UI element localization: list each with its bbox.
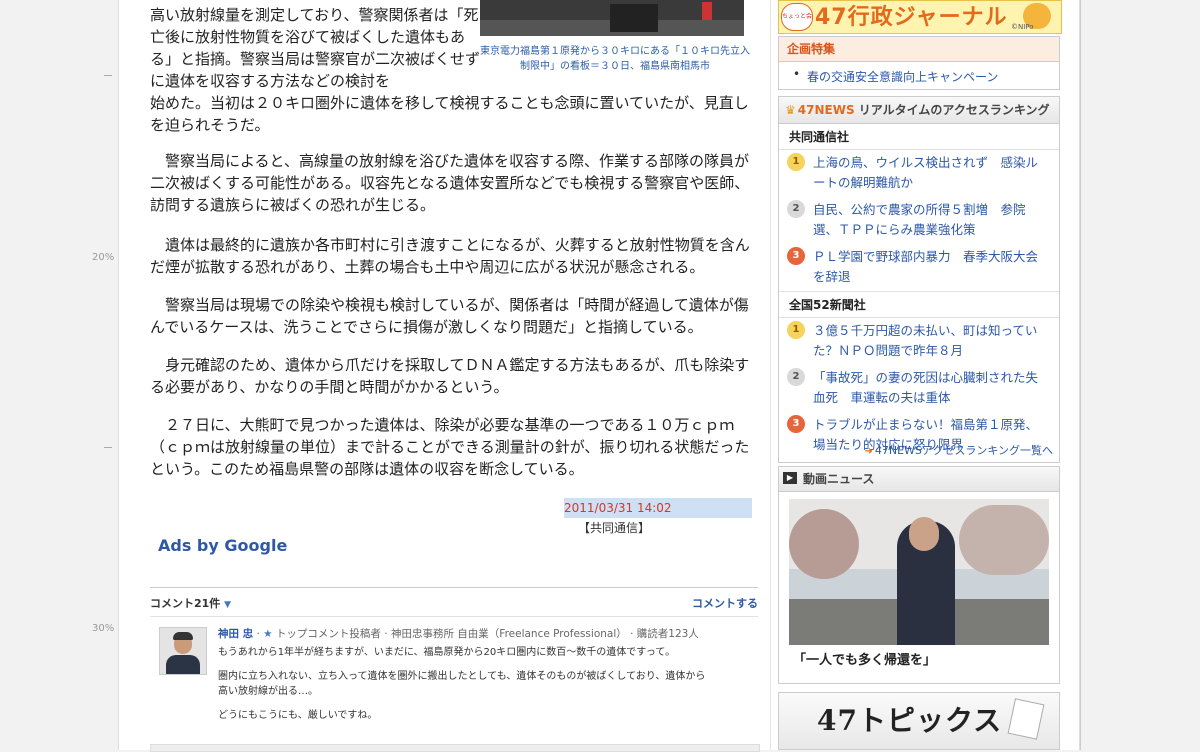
video-news-box: ▶ 動画ニュース 「一人でも多く帰還を」 [778,466,1060,684]
thumb-tree [789,509,859,579]
article-paragraph: 高い放射線量を測定しており、警察関係者は「死亡後に放射性物質を浴びて被ばくした遺… [150,6,481,90]
rank-1-medal-icon: 1 [787,321,805,339]
commenter-meta: トップコメント投稿者 · 神田忠事務所 自由業（Freelance Profes… [275,628,699,640]
play-icon: ▶ [783,472,797,484]
feature-box: 企画特集 春の交通安全意識向上キャンペーン [778,36,1060,90]
ranking-section-title: 共同通信社 [779,124,1059,150]
photo-caption: 東京電力福島第１原発から３０キロにある「１０キロ先立入制限中」の看板＝３０日、福… [480,46,750,72]
scroll-tick [104,447,112,448]
comment-line: もうあれから1年半が経ちますが、いまだに、福島原発から20キロ圏内に数百〜数千の… [218,647,676,658]
ranking-item-label: 上海の鳥、ウイルス検出されず 感染ルートの解明難航か [813,155,1039,190]
thumb-tree [959,505,1049,575]
ranking-item[interactable]: 1 ３億５千万円超の未払い、町は知っていた？ＮＰＯ問題で昨年８月 [779,318,1059,365]
ranking-item-label: ３億５千万円超の未払い、町は知っていた？ＮＰＯ問題で昨年８月 [813,323,1038,358]
topics-title: 47トピックス [817,704,1003,737]
article-source: 【共同通信】 [578,521,651,535]
banner-title: 47行政ジャーナル [815,5,1008,30]
video-title: 動画ニュース [803,472,875,486]
article-dateline: 2011/03/31 14:02 【共同通信】 [564,498,752,535]
rank-2-medal-icon: 2 [787,200,805,218]
comment-line: 圏内に立ち入れない、立ち入って遺体を圏外に搬出したとしても、遺体そのものが被ばく… [218,671,706,682]
article-photo[interactable] [480,0,744,36]
article-paragraph: 警察当局によると、高線量の放射線を浴びた遺体を収容する際、作業する部隊の隊員が二… [150,152,750,214]
comment-header: 神田 忠 · ★ トップコメント投稿者 · 神田忠事務所 自由業（Freelan… [218,628,699,640]
ranking-more-link[interactable]: 47NEWSアクセスランキング一覧へ [864,442,1053,458]
rank-3-medal-icon: 3 [787,415,805,433]
ranking-header: ♛ 47NEWS リアルタイムのアクセスランキング [779,97,1059,124]
feature-title: 企画特集 [779,37,1059,62]
ranking-item[interactable]: 2 「事故死」の妻の死因は心臓刺された失血死 車運転の夫は重体 [779,365,1059,412]
ranking-item-label: 「事故死」の妻の死因は心臓刺された失血死 車運転の夫は重体 [813,370,1039,405]
video-thumbnail[interactable] [789,499,1049,645]
feature-link[interactable]: 春の交通安全意識向上キャンペーン [779,62,1059,85]
rank-3-medal-icon: 3 [787,247,805,265]
banner-credit: ©NIPo [1011,23,1034,31]
thumb-face [909,517,939,551]
ranking-title: リアルタイムのアクセスランキング [858,103,1050,117]
photo-vehicle [610,4,658,32]
column-divider [770,0,771,750]
article-paragraph: 始めた。当初は２０キロ圏外に遺体を移して検視することも念頭に置いていたが、見直し… [150,94,749,134]
article-paragraph: ２７日に、大熊町で見つかった遺体は、除染が必要な基準の一つである１０万ｃｐｍ（ｃ… [150,416,750,478]
ranking-item-label: 自民、公約で農家の所得５割増 参院選、ＴＰＰにらみ農業強化策 [813,202,1026,237]
star-icon: ★ [263,628,273,640]
photo-sign [702,2,712,20]
rank-1-medal-icon: 1 [787,153,805,171]
banner-badge: ちょっと会社 [781,3,813,31]
article-paragraph: 遺体は最終的に遺族か各市町村に引き渡すことになるが、火葬すると放射性物質を含んだ… [150,236,750,276]
comment-line: どうにもこうにも、厳しいですね。 [218,710,378,721]
avatar-hair [173,632,193,640]
avatar-body [166,655,200,674]
comment-item: 神田 忠 · ★ トップコメント投稿者 · 神田忠事務所 自由業（Freelan… [218,627,758,723]
scroll-tick [104,75,112,76]
article-paragraph: 警察当局は現場での除染や検視も検討しているが、関係者は「時間が経過して遺体が傷ん… [150,296,749,336]
commenter-name[interactable]: 神田 忠 [218,628,253,640]
ranking-item[interactable]: 3 ＰＬ学園で野球部内暴力 春季大阪大会を辞退 [779,244,1059,291]
article-date: 2011/03/31 14:02 [564,501,672,515]
avatar[interactable] [159,627,207,675]
crown-icon: ♛ [785,103,796,117]
scroll-marker-30: 30% [92,623,115,634]
video-header: ▶ 動画ニュース [779,467,1059,492]
post-comment-link[interactable]: コメントする [692,595,758,611]
scroll-marker-20: 20% [92,252,115,263]
comments-header: コメント21件 ▼ コメントする [150,587,758,617]
comment-count-label: コメント21件 [150,597,221,610]
ranking-item-label: ＰＬ学園で野球部内暴力 春季大阪大会を辞退 [813,249,1039,284]
ranking-item[interactable]: 1 上海の鳥、ウイルス検出されず 感染ルートの解明難航か [779,150,1059,197]
next-comment-box [150,744,760,752]
article-paragraph: 身元確認のため、遺体から爪だけを採取してＤＮＡ鑑定する方法もあるが、爪も除染する… [150,356,750,396]
gyosei-journal-banner[interactable]: ちょっと会社 47行政ジャーナル ©NIPo [778,0,1062,34]
ranking-item[interactable]: 2 自民、公約で農家の所得５割増 参院選、ＴＰＰにらみ農業強化策 [779,197,1059,244]
video-caption-link[interactable]: 「一人でも多く帰還を」 [793,649,936,668]
ranking-brand: 47NEWS [797,103,855,117]
ranking-section-title: 全国52新聞社 [779,291,1059,318]
chevron-down-icon: ▼ [224,600,232,610]
comment-count-dropdown[interactable]: コメント21件 ▼ [150,595,231,611]
topics-banner[interactable]: 47トピックス [778,692,1060,750]
comment-line: 高い放射線が出る…。 [218,686,318,697]
rank-2-medal-icon: 2 [787,368,805,386]
document-icon [1007,698,1045,740]
ads-by-google-link[interactable]: Ads by Google [158,536,287,555]
page-edge [1080,0,1081,750]
access-ranking-box: ♛ 47NEWS リアルタイムのアクセスランキング 共同通信社 1 上海の鳥、ウイル… [778,96,1060,463]
